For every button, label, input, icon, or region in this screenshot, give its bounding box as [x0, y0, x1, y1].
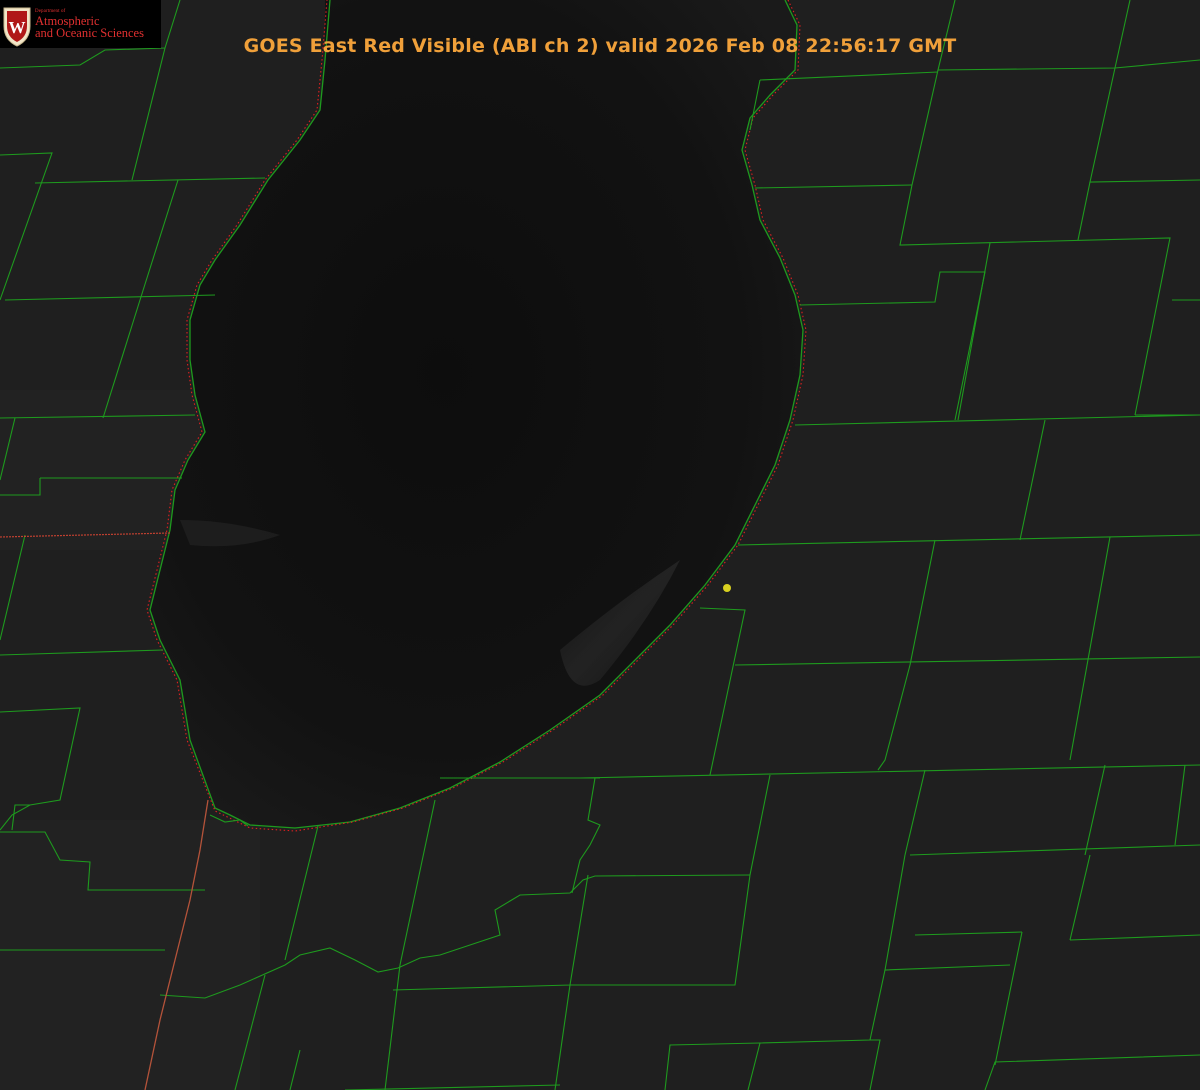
satellite-map — [0, 0, 1200, 1090]
image-title: GOES East Red Visible (ABI ch 2) valid 2… — [243, 35, 957, 57]
station-marker-icon — [723, 584, 731, 592]
land-haze-southwest — [0, 820, 260, 1090]
